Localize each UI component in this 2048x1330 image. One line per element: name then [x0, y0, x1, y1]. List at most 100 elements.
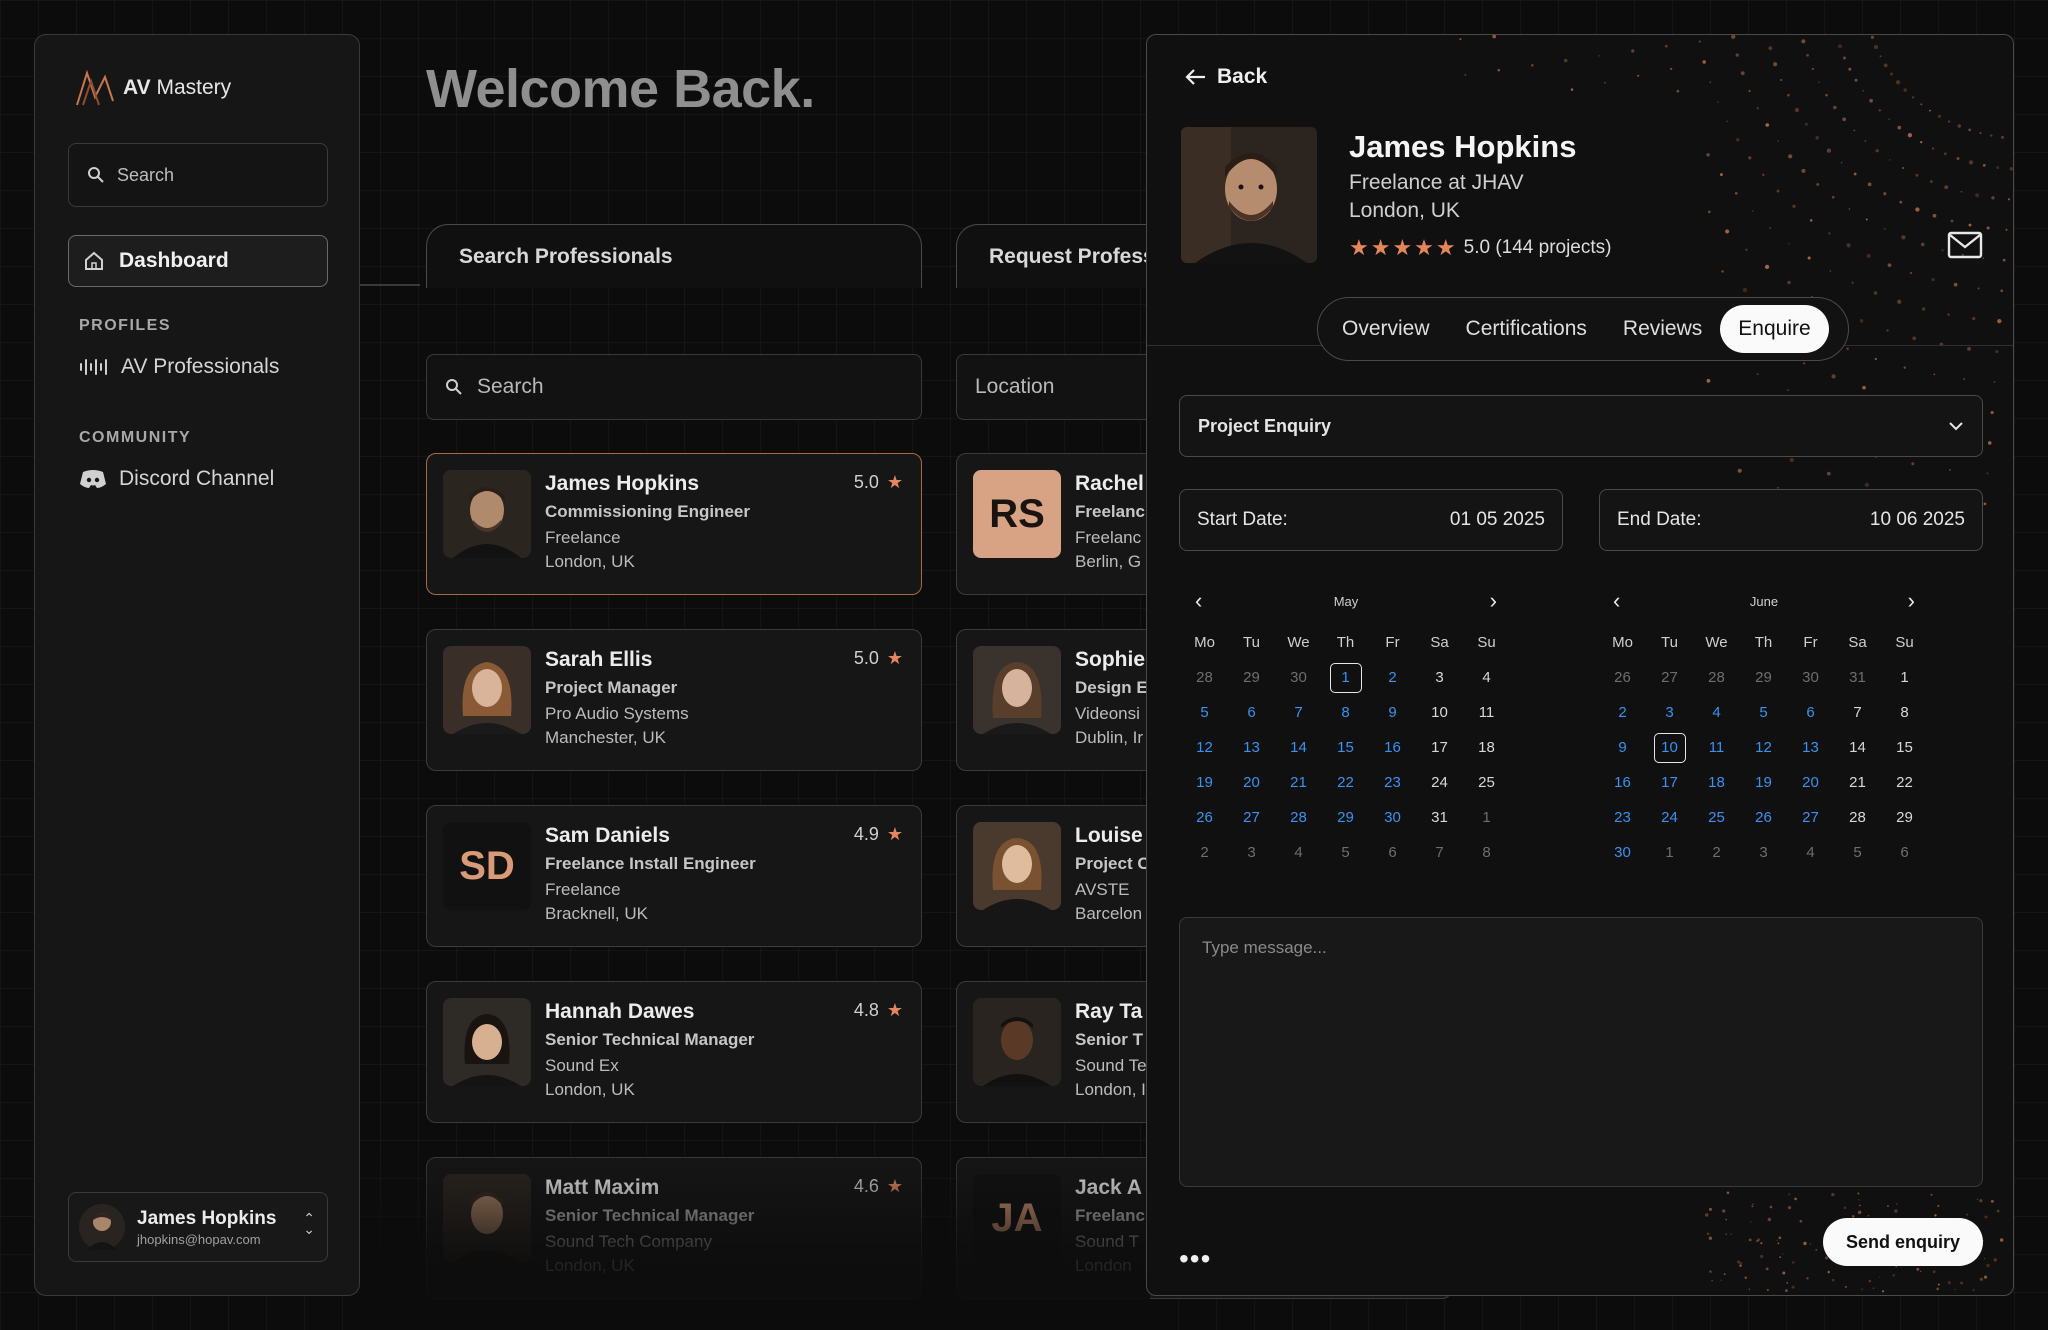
calendar-day[interactable]: 22: [1322, 765, 1369, 800]
calendar-day[interactable]: 12: [1740, 730, 1787, 765]
calendar-day[interactable]: 5: [1181, 695, 1228, 730]
calendar-day[interactable]: 2: [1369, 660, 1416, 695]
calendar-day[interactable]: 20: [1228, 765, 1275, 800]
sidebar-item-dashboard[interactable]: Dashboard: [68, 235, 328, 287]
calendar-day-outside[interactable]: 6: [1881, 835, 1928, 870]
calendar-day-outside[interactable]: 1: [1463, 800, 1510, 835]
calendar-day[interactable]: 3: [1646, 695, 1693, 730]
calendar-day-outside[interactable]: 31: [1834, 660, 1881, 695]
professionals-search-input[interactable]: Search: [426, 354, 922, 420]
start-date-field[interactable]: Start Date: 01 05 2025: [1179, 489, 1563, 551]
calendar-day[interactable]: 20: [1787, 765, 1834, 800]
calendar-day[interactable]: 6: [1787, 695, 1834, 730]
calendar-day[interactable]: 5: [1740, 695, 1787, 730]
calendar-day[interactable]: 24: [1646, 800, 1693, 835]
calendar-day-weekend[interactable]: 8: [1881, 695, 1928, 730]
calendar-day-outside[interactable]: 4: [1787, 835, 1834, 870]
professional-card[interactable]: Sarah Ellis Project Manager Pro Audio Sy…: [426, 629, 922, 771]
calendar-day[interactable]: 30: [1369, 800, 1416, 835]
calendar-day[interactable]: 13: [1787, 730, 1834, 765]
calendar-day[interactable]: 12: [1181, 730, 1228, 765]
calendar-day-weekend[interactable]: 3: [1416, 660, 1463, 695]
calendar-day-weekend[interactable]: 22: [1881, 765, 1928, 800]
calendar-day-outside[interactable]: 28: [1693, 660, 1740, 695]
calendar-day-weekend[interactable]: 31: [1416, 800, 1463, 835]
calendar-day[interactable]: 23: [1369, 765, 1416, 800]
calendar-day-outside[interactable]: 26: [1599, 660, 1646, 695]
calendar-day[interactable]: 25: [1693, 800, 1740, 835]
calendar-day[interactable]: 28: [1275, 800, 1322, 835]
calendar-day[interactable]: 9: [1369, 695, 1416, 730]
tab-overview[interactable]: Overview: [1342, 317, 1430, 341]
tab-reviews[interactable]: Reviews: [1623, 317, 1702, 341]
calendar-day-weekend[interactable]: 21: [1834, 765, 1881, 800]
calendar-day-outside[interactable]: 29: [1228, 660, 1275, 695]
sidebar-item-av-professionals[interactable]: AV Professionals: [79, 355, 279, 379]
tab-certifications[interactable]: Certifications: [1466, 317, 1587, 341]
calendar-day-weekend[interactable]: 25: [1463, 765, 1510, 800]
user-account-switcher[interactable]: James Hopkins jhopkins@hopav.com ⌃ ⌄: [68, 1192, 328, 1262]
calendar-day-weekend[interactable]: 18: [1463, 730, 1510, 765]
calendar-day-weekend[interactable]: 29: [1881, 800, 1928, 835]
professional-card[interactable]: James Hopkins Commissioning Engineer Fre…: [426, 453, 922, 595]
end-date-field[interactable]: End Date: 10 06 2025: [1599, 489, 1983, 551]
calendar-day-weekend[interactable]: 10: [1416, 695, 1463, 730]
calendar-day-outside[interactable]: 5: [1322, 835, 1369, 870]
calendar-day-outside[interactable]: 2: [1693, 835, 1740, 870]
calendar-day[interactable]: 27: [1787, 800, 1834, 835]
calendar-day-outside[interactable]: 3: [1740, 835, 1787, 870]
chevron-left-icon[interactable]: ‹: [1195, 590, 1202, 612]
professional-card[interactable]: SD Sam Daniels Freelance Install Enginee…: [426, 805, 922, 947]
calendar-day-outside[interactable]: 3: [1228, 835, 1275, 870]
calendar-day-weekend[interactable]: 24: [1416, 765, 1463, 800]
calendar-day[interactable]: 16: [1599, 765, 1646, 800]
sidebar-search-input[interactable]: Search: [68, 143, 328, 207]
calendar-day-outside[interactable]: 30: [1275, 660, 1322, 695]
calendar-day[interactable]: 4: [1693, 695, 1740, 730]
send-enquiry-button[interactable]: Send enquiry: [1823, 1218, 1983, 1266]
professional-card[interactable]: Hannah Dawes Senior Technical Manager So…: [426, 981, 922, 1123]
calendar-day[interactable]: 27: [1228, 800, 1275, 835]
calendar-day[interactable]: 14: [1275, 730, 1322, 765]
calendar-day[interactable]: 8: [1322, 695, 1369, 730]
calendar-day-outside[interactable]: 2: [1181, 835, 1228, 870]
calendar-day[interactable]: 15: [1322, 730, 1369, 765]
calendar-day[interactable]: 2: [1599, 695, 1646, 730]
calendar-day[interactable]: 19: [1740, 765, 1787, 800]
calendar-day-outside[interactable]: 4: [1275, 835, 1322, 870]
more-options-icon[interactable]: •••: [1179, 1243, 1211, 1275]
logo[interactable]: AV Mastery: [73, 67, 231, 109]
back-button[interactable]: Back: [1185, 65, 1267, 89]
calendar-day[interactable]: 11: [1693, 730, 1740, 765]
calendar-day[interactable]: 29: [1322, 800, 1369, 835]
calendar-day-weekend[interactable]: 28: [1834, 800, 1881, 835]
calendar-day-weekend[interactable]: 4: [1463, 660, 1510, 695]
calendar-day[interactable]: 6: [1228, 695, 1275, 730]
calendar-day[interactable]: 26: [1740, 800, 1787, 835]
calendar-day[interactable]: 7: [1275, 695, 1322, 730]
message-textarea[interactable]: Type message...: [1179, 917, 1983, 1187]
mail-icon[interactable]: [1947, 231, 1983, 259]
calendar-day[interactable]: 23: [1599, 800, 1646, 835]
calendar-day-outside[interactable]: 28: [1181, 660, 1228, 695]
calendar-day[interactable]: 16: [1369, 730, 1416, 765]
tab-search-professionals[interactable]: Search Professionals: [426, 224, 922, 288]
calendar-day[interactable]: 17: [1646, 765, 1693, 800]
calendar-day-outside[interactable]: 27: [1646, 660, 1693, 695]
calendar-day[interactable]: 9: [1599, 730, 1646, 765]
calendar-day[interactable]: 21: [1275, 765, 1322, 800]
calendar-day-weekend[interactable]: 17: [1416, 730, 1463, 765]
calendar-day-outside[interactable]: 29: [1740, 660, 1787, 695]
calendar-day-weekend[interactable]: 14: [1834, 730, 1881, 765]
calendar-day-selected[interactable]: 10: [1646, 730, 1693, 765]
calendar-day-outside[interactable]: 30: [1787, 660, 1834, 695]
calendar-day-outside[interactable]: 6: [1369, 835, 1416, 870]
chevron-left-icon[interactable]: ‹: [1613, 590, 1620, 612]
chevron-right-icon[interactable]: ›: [1490, 590, 1497, 612]
calendar-day-selected[interactable]: 1: [1322, 660, 1369, 695]
calendar-day-weekend[interactable]: 1: [1881, 660, 1928, 695]
calendar-day[interactable]: 13: [1228, 730, 1275, 765]
calendar-day[interactable]: 30: [1599, 835, 1646, 870]
calendar-day-weekend[interactable]: 15: [1881, 730, 1928, 765]
calendar-day-weekend[interactable]: 11: [1463, 695, 1510, 730]
